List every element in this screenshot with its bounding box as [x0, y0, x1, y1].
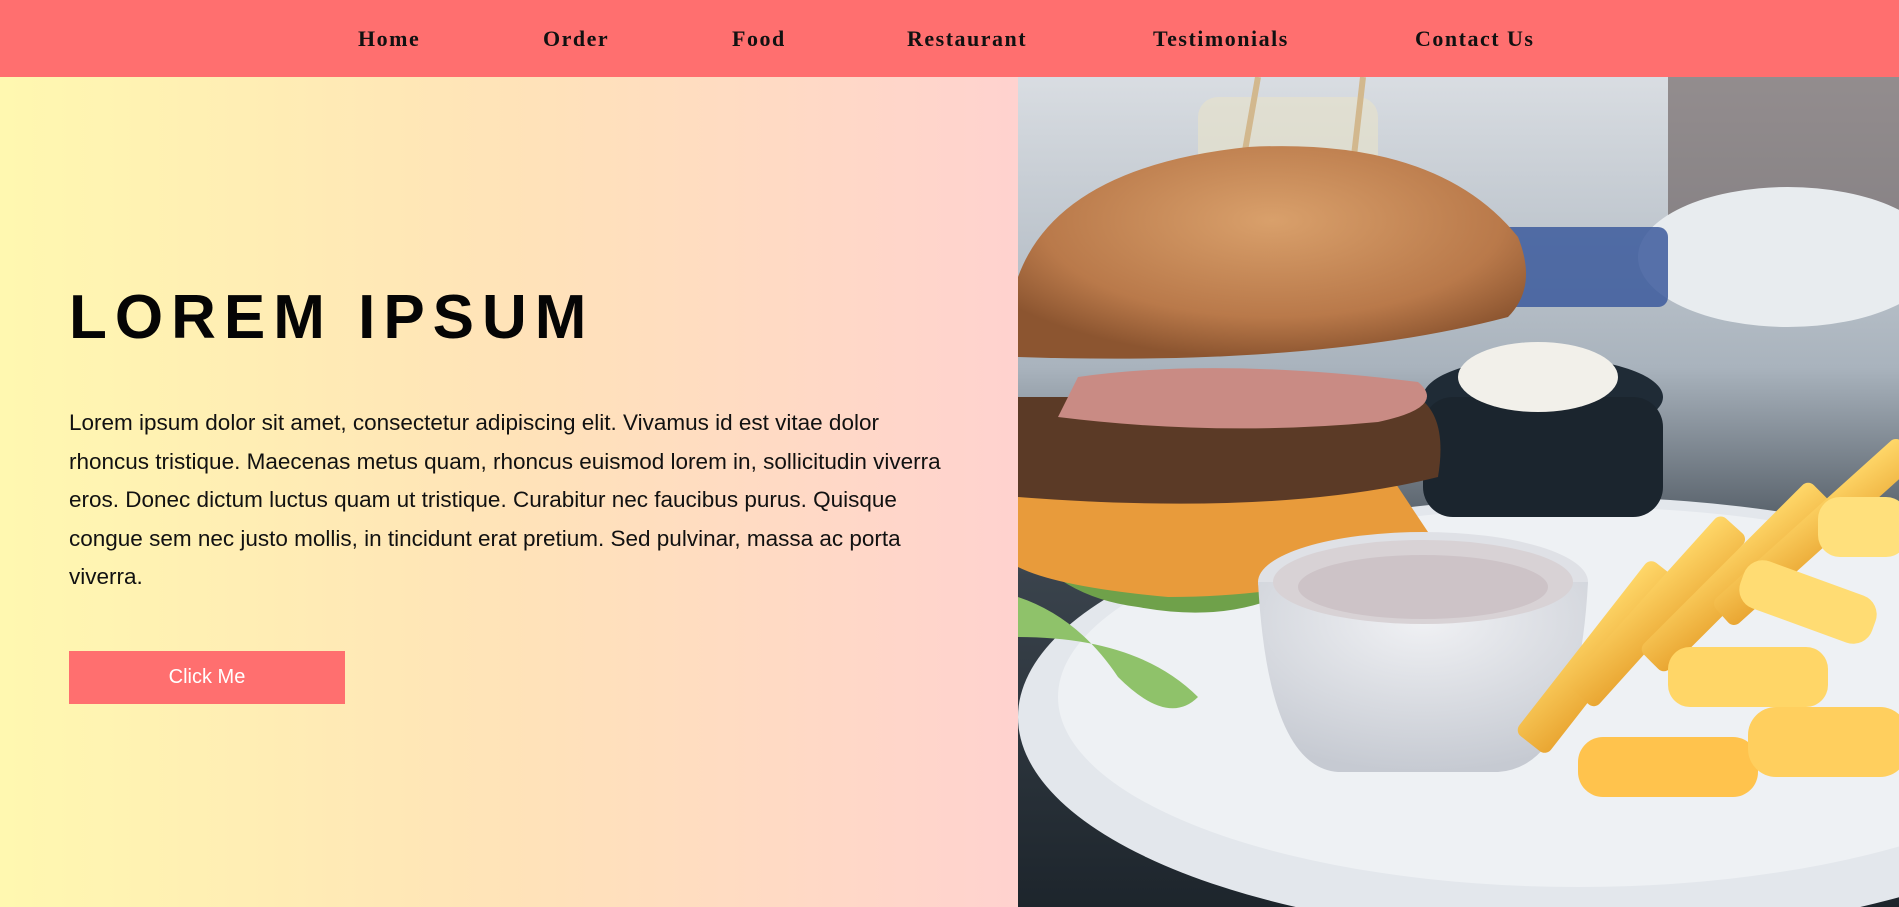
hero-title: LOREM IPSUM: [69, 283, 595, 352]
nav-link-testimonials[interactable]: Testimonials: [1153, 0, 1289, 77]
nav-link-home[interactable]: Home: [358, 0, 420, 77]
click-me-button[interactable]: Click Me: [69, 651, 345, 704]
burger-fries-image: [1018, 77, 1899, 907]
nav-link-contact-us[interactable]: Contact Us: [1415, 0, 1535, 77]
hero-body-text: Lorem ipsum dolor sit amet, consectetur …: [69, 410, 941, 589]
nav-link-food[interactable]: Food: [732, 0, 786, 77]
top-navbar: Home Order Food Restaurant Testimonials …: [0, 0, 1899, 77]
nav-link-restaurant[interactable]: Restaurant: [907, 0, 1027, 77]
hero-text-panel: LOREM IPSUM Lorem ipsum dolor sit amet, …: [0, 77, 1018, 907]
nav-link-order[interactable]: Order: [543, 0, 609, 77]
hero-image-panel: [1018, 77, 1899, 907]
